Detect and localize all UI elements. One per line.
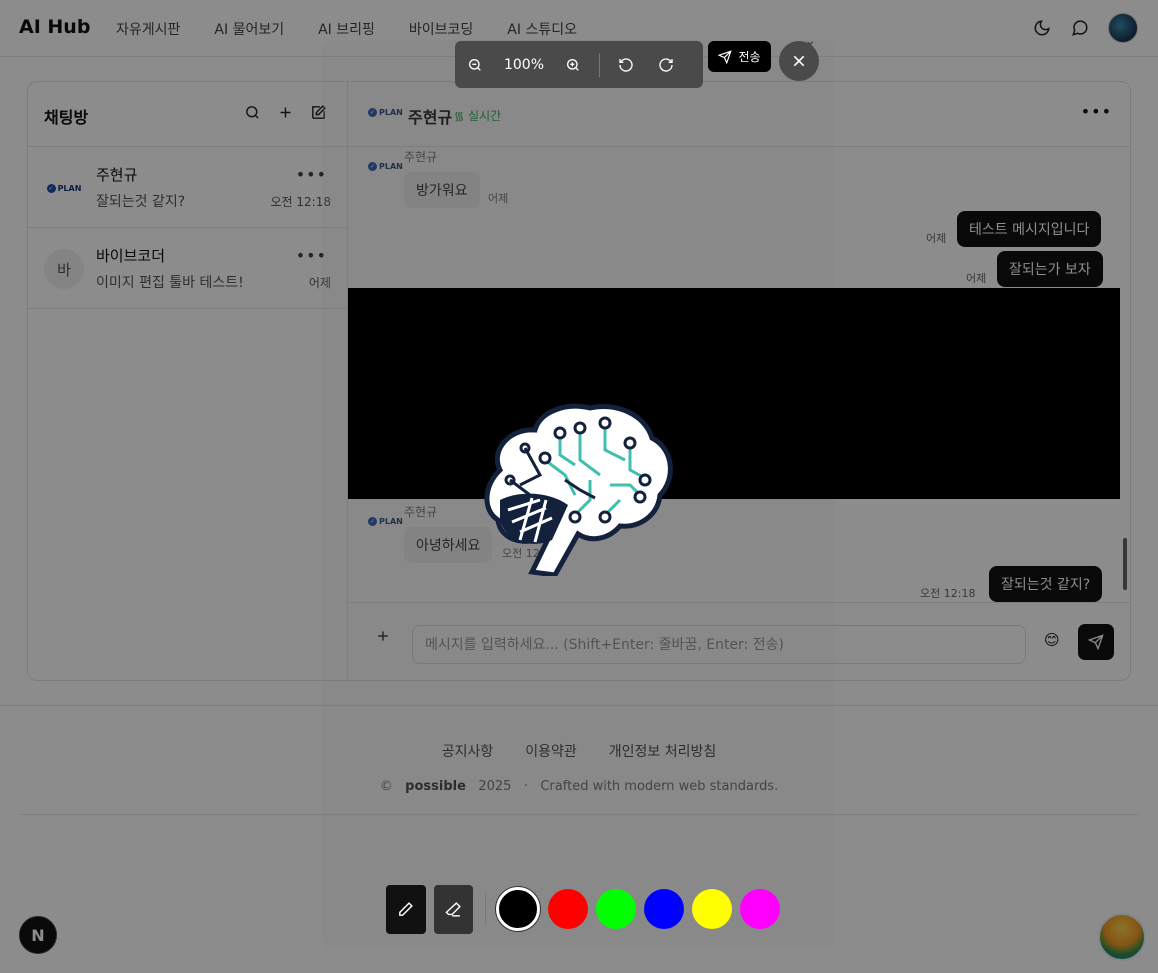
zoom-level: 100%: [503, 56, 545, 73]
zoom-out-icon[interactable]: [455, 41, 495, 88]
drawing-canvas[interactable]: [348, 288, 1120, 499]
rotate-left-icon[interactable]: [606, 41, 646, 88]
close-editor-button[interactable]: [779, 41, 819, 81]
editor-send-button[interactable]: 전송: [708, 41, 771, 72]
image-zoom-toolbar: 100%: [455, 41, 703, 88]
color-swatch-magenta[interactable]: [740, 889, 780, 929]
pencil-tool-button[interactable]: [386, 884, 426, 934]
eraser-tool-button[interactable]: [433, 884, 474, 934]
zoom-in-icon[interactable]: [553, 41, 593, 88]
toolbar-divider: [599, 52, 600, 77]
color-swatch-red[interactable]: [548, 889, 588, 929]
toolbar-divider: [485, 894, 486, 924]
send-label: 전송: [738, 50, 761, 64]
color-swatch-blue[interactable]: [644, 889, 684, 929]
brain-circuit-image: [484, 403, 673, 576]
color-swatch-green[interactable]: [596, 889, 636, 929]
color-swatch-yellow[interactable]: [692, 889, 732, 929]
color-swatch-black[interactable]: [496, 887, 540, 931]
rotate-right-icon[interactable]: [646, 41, 686, 88]
drawing-toolbar: [386, 884, 788, 934]
